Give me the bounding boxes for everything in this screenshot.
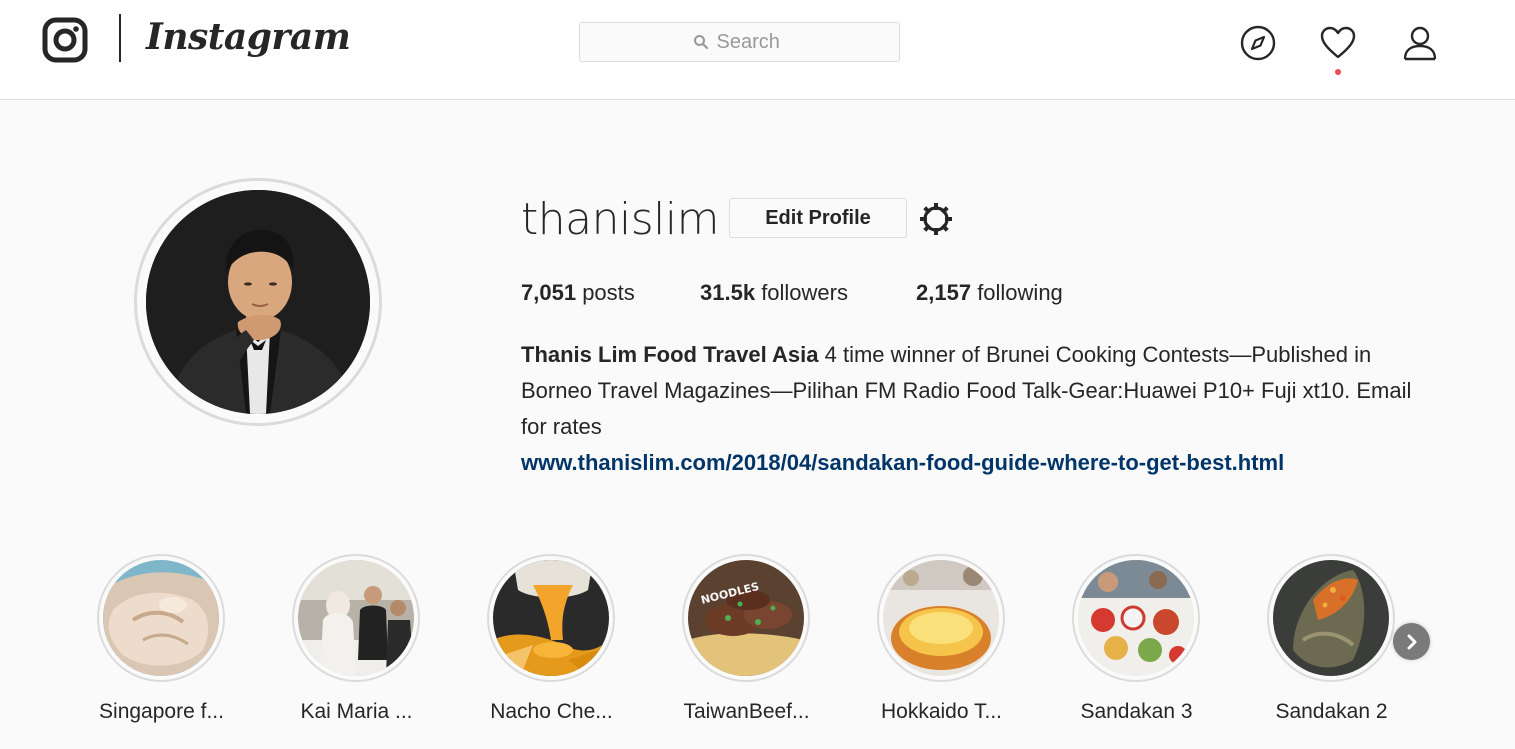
highlight-ring	[1072, 554, 1200, 682]
posts-stat[interactable]: 7,051 posts	[521, 278, 635, 308]
followers-stat[interactable]: 31.5k followers	[700, 278, 848, 308]
edit-profile-button[interactable]: Edit Profile	[729, 198, 907, 238]
highlight-thumbnail	[298, 560, 414, 676]
profile-avatar-ring[interactable]	[134, 178, 382, 426]
search-box[interactable]	[579, 22, 900, 62]
logo-divider	[119, 14, 121, 62]
highlight-label: Singapore f...	[99, 700, 224, 723]
highlight-item[interactable]: Sandakan 3	[1039, 552, 1234, 742]
highlight-thumbnail: NOODLES	[688, 560, 804, 676]
highlight-item[interactable]: Nacho Che...	[454, 552, 649, 742]
profile-full-name: Thanis Lim Food Travel Asia	[521, 342, 819, 367]
following-label: following	[977, 280, 1063, 305]
highlight-thumbnail	[883, 560, 999, 676]
camera-glyph-icon[interactable]	[42, 17, 88, 63]
heart-icon[interactable]	[1319, 24, 1357, 62]
profile-website-link[interactable]: www.thanislim.com/2018/04/sandakan-food-…	[521, 445, 1441, 481]
profile-avatar[interactable]	[146, 190, 370, 414]
following-stat[interactable]: 2,157 following	[916, 278, 1063, 308]
highlight-ring: NOODLES	[682, 554, 810, 682]
profile-bio: Thanis Lim Food Travel Asia 4 time winne…	[521, 337, 1441, 481]
following-count: 2,157	[916, 280, 972, 305]
highlight-label: Sandakan 2	[1275, 700, 1388, 723]
highlight-item[interactable]: NOODLES TaiwanBeef...	[649, 552, 844, 742]
gear-icon[interactable]	[917, 200, 955, 238]
search-icon	[693, 34, 709, 50]
highlight-ring	[97, 554, 225, 682]
highlight-ring	[487, 554, 615, 682]
followers-label: followers	[761, 280, 848, 305]
highlight-item[interactable]: Singapore f...	[64, 552, 259, 742]
highlight-thumbnail	[1078, 560, 1194, 676]
highlight-label: Nacho Che...	[490, 700, 613, 723]
highlights-next-button[interactable]	[1393, 623, 1430, 660]
highlight-ring	[877, 554, 1005, 682]
chevron-right-icon	[1407, 634, 1416, 649]
highlight-label: Sandakan 3	[1080, 700, 1193, 723]
notification-dot	[1335, 69, 1341, 75]
search-input[interactable]	[716, 30, 787, 54]
profile-username: thanislim	[521, 194, 719, 245]
posts-count: 7,051	[521, 280, 577, 305]
top-navigation-bar: Instagram	[0, 0, 1515, 100]
highlight-thumbnail	[103, 560, 219, 676]
highlight-ring	[292, 554, 420, 682]
compass-icon[interactable]	[1239, 24, 1277, 62]
highlight-label: TaiwanBeef...	[683, 700, 810, 723]
followers-count: 31.5k	[700, 280, 756, 305]
highlight-label: Kai Maria ...	[300, 700, 413, 723]
story-highlights-tray: Singapore f... Kai Maria ... Nacho Che..…	[0, 552, 1515, 742]
highlight-thumbnail	[1273, 560, 1389, 676]
highlight-thumbnail	[493, 560, 609, 676]
person-icon[interactable]	[1401, 24, 1439, 62]
instagram-wordmark[interactable]: Instagram	[146, 12, 351, 62]
highlight-label: Hokkaido T...	[880, 700, 1002, 723]
highlight-ring	[1267, 554, 1395, 682]
highlight-item[interactable]: Kai Maria ...	[259, 552, 454, 742]
posts-label: posts	[582, 280, 635, 305]
highlight-item[interactable]: Hokkaido T...	[844, 552, 1039, 742]
